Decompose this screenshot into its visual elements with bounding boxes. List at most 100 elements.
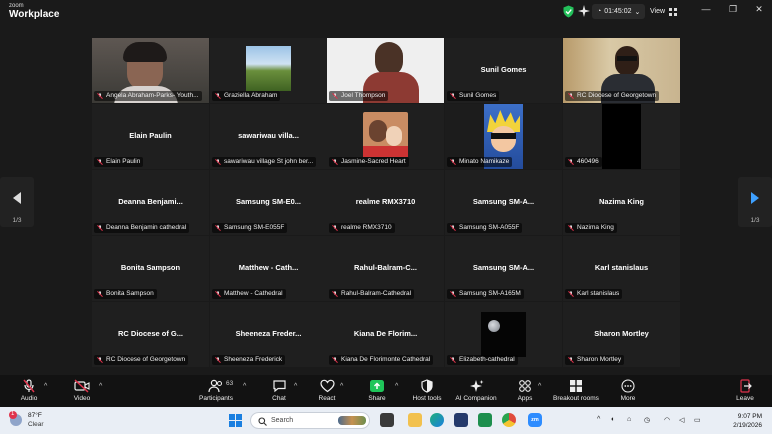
participant-tile[interactable]: Sunil Gomes Sunil Gomes: [445, 38, 562, 103]
breakout-rooms-button[interactable]: Breakout rooms: [551, 377, 601, 406]
muted-mic-icon: [97, 93, 103, 99]
audio-button[interactable]: Audio: [4, 377, 54, 406]
participant-tile[interactable]: Sharon Mortley Sharon Mortley: [563, 302, 680, 367]
taskbar-search-box[interactable]: Search: [250, 412, 370, 429]
participant-tile[interactable]: Kiana De Florim... Kiana De Florimonte Ca…: [327, 302, 444, 367]
share-screen-icon: [370, 380, 384, 392]
next-page-button[interactable]: 1/3: [738, 177, 772, 227]
zoom-taskbar-icon[interactable]: zm: [528, 413, 542, 427]
close-button[interactable]: ✕: [750, 4, 768, 15]
minimize-button[interactable]: —: [697, 4, 715, 14]
participant-tile[interactable]: RC Diocese of G... RC Diocese of Georgeto…: [92, 302, 209, 367]
tray-app-icon-3[interactable]: ◷: [644, 416, 650, 424]
participant-tile[interactable]: Sheeneza Freder... Sheeneza Frederick: [210, 302, 327, 367]
audio-options-chevron-icon[interactable]: ^: [44, 383, 47, 390]
muted-mic-icon: [450, 225, 456, 231]
windows-start-icon[interactable]: [229, 414, 242, 427]
app-brand: zoom Workplace: [9, 3, 59, 20]
chrome-browser-icon[interactable]: [502, 413, 516, 427]
view-label: View: [650, 8, 666, 15]
muted-mic-icon: [97, 159, 103, 165]
react-options-chevron-icon[interactable]: ^: [340, 383, 343, 390]
share-button[interactable]: Share: [352, 377, 402, 406]
tray-overflow-chevron-icon[interactable]: ^: [597, 416, 600, 423]
tray-app-icon[interactable]: ◐: [611, 416, 615, 423]
participant-name-label: RC Diocese of Georgetown: [565, 91, 660, 101]
participant-tile[interactable]: Elizabeth-cathedral: [445, 302, 562, 367]
participant-display-name: Elain Paulin: [129, 131, 172, 140]
wifi-icon[interactable]: ◠: [664, 416, 670, 424]
system-clock[interactable]: 9:07 PM 2/19/2026: [733, 412, 762, 430]
participant-tile[interactable]: Minato Namikaze: [445, 104, 562, 169]
previous-page-button[interactable]: 1/3: [0, 177, 34, 227]
participant-tile[interactable]: Jasmine-Sacred Heart: [327, 104, 444, 169]
participant-name-text: Elain Paulin: [106, 158, 141, 165]
participant-name-label: Sharon Mortley: [565, 355, 625, 365]
chat-options-chevron-icon[interactable]: ^: [294, 383, 297, 390]
participant-tile[interactable]: Bonita Sampson Bonita Sampson: [92, 236, 209, 301]
ai-sparkle-icon[interactable]: [578, 4, 590, 18]
participant-name-label: sawariwau village St john ber...: [212, 157, 317, 167]
video-button[interactable]: Video: [57, 377, 107, 406]
participant-tile[interactable]: Samsung SM-E0... Samsung SM-E055F: [210, 170, 327, 235]
muted-mic-icon: [332, 225, 338, 231]
participant-tile[interactable]: 460496: [563, 104, 680, 169]
participant-name-label: Nazima King: [565, 223, 617, 233]
tray-app-icon-2[interactable]: ⌂: [627, 416, 631, 423]
task-view-icon[interactable]: [380, 413, 394, 427]
restore-button[interactable]: ❐: [724, 4, 742, 15]
participant-name-text: Joel Thompson: [341, 92, 386, 99]
encryption-shield-icon[interactable]: [563, 4, 575, 18]
participant-tile[interactable]: sawariwau villa... sawariwau village St j…: [210, 104, 327, 169]
participant-display-name: Deanna Benjami...: [118, 197, 183, 206]
host-tools-button[interactable]: Host tools: [402, 377, 452, 406]
participant-display-name: Rahul-Balram-C...: [354, 263, 417, 272]
edge-browser-icon[interactable]: [430, 413, 444, 427]
participant-photo: [246, 46, 291, 91]
participant-name-label: Karl stanislaus: [565, 289, 623, 299]
leave-button[interactable]: Leave: [720, 377, 770, 406]
muted-mic-icon: [568, 159, 574, 165]
participant-tile[interactable]: Angela Abraham-Parks- Youth...: [92, 38, 209, 103]
chevron-down-icon: ⌄: [634, 8, 641, 16]
participant-tile[interactable]: Joel Thompson: [327, 38, 444, 103]
apps-button[interactable]: Apps: [500, 377, 550, 406]
participant-tile[interactable]: Samsung SM-A... Samsung SM-A055F: [445, 170, 562, 235]
app-icon[interactable]: [478, 413, 492, 427]
share-options-chevron-icon[interactable]: ^: [395, 383, 398, 390]
muted-mic-icon: [332, 291, 338, 297]
participant-tile[interactable]: RC Diocese of Georgetown: [563, 38, 680, 103]
participant-tile[interactable]: Deanna Benjami... Deanna Benjamin cathedr…: [92, 170, 209, 235]
chat-bubble-icon: [272, 380, 286, 393]
apps-options-chevron-icon[interactable]: ^: [538, 383, 541, 390]
view-button[interactable]: View: [650, 4, 678, 19]
participant-tile[interactable]: realme RMX3710 realme RMX3710: [327, 170, 444, 235]
participant-tile[interactable]: Karl stanislaus Karl stanislaus: [563, 236, 680, 301]
video-options-chevron-icon[interactable]: ^: [99, 383, 102, 390]
participant-tile[interactable]: Matthew - Cath... Matthew - Cathedral: [210, 236, 327, 301]
muted-mic-icon: [215, 357, 221, 363]
participant-tile[interactable]: Elain Paulin Elain Paulin: [92, 104, 209, 169]
search-placeholder: Search: [271, 417, 294, 424]
arrow-right-icon: [751, 192, 759, 204]
shield-icon: [421, 379, 433, 393]
microsoft-store-icon[interactable]: [454, 413, 468, 427]
muted-mic-icon: [215, 225, 221, 231]
participant-tile[interactable]: Samsung SM-A... Samsung SM-A165M: [445, 236, 562, 301]
battery-icon[interactable]: ▭: [694, 416, 701, 424]
react-button[interactable]: React: [302, 377, 352, 406]
participants-options-chevron-icon[interactable]: ^: [243, 383, 246, 390]
more-button[interactable]: More: [603, 377, 653, 406]
grid-icon: [669, 7, 678, 16]
chat-button[interactable]: Chat: [254, 377, 304, 406]
participant-tile[interactable]: Nazima King Nazima King: [563, 170, 680, 235]
ai-companion-button[interactable]: AI Companion: [451, 377, 501, 406]
participant-tile[interactable]: Graziella Abraham: [210, 38, 327, 103]
file-explorer-icon[interactable]: [408, 413, 422, 427]
participant-tile[interactable]: Rahul-Balram-C... Rahul-Balram-Cathedral: [327, 236, 444, 301]
volume-icon[interactable]: ◁: [679, 416, 684, 424]
participant-name-text: Samsung SM-A165M: [459, 290, 521, 297]
meeting-timer[interactable]: ◔ 01:45:02 ⌄: [592, 4, 646, 19]
participants-button[interactable]: Participants: [191, 377, 241, 406]
weather-temp: 87°F: [28, 412, 42, 419]
